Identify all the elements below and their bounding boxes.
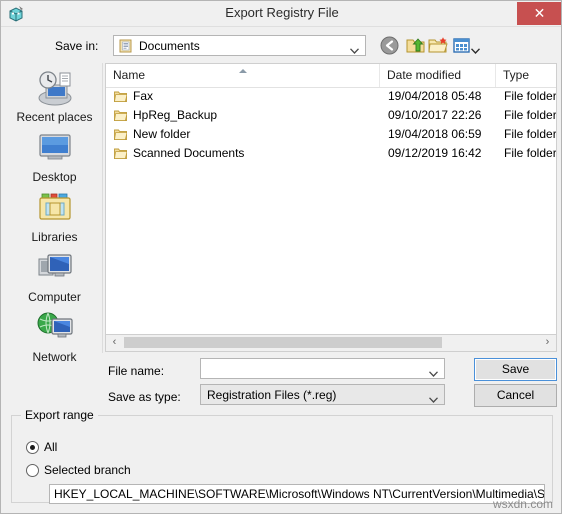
- folder-icon: [114, 128, 128, 141]
- file-rows: Fax 19/04/2018 05:48 File folder HpReg_B…: [106, 87, 557, 334]
- file-name-label: Scanned Documents: [133, 146, 245, 160]
- table-row[interactable]: New folder 19/04/2018 06:59 File folder: [106, 125, 557, 144]
- file-name-label: Fax: [133, 89, 154, 103]
- place-label: Network: [32, 350, 77, 364]
- window-title: Export Registry File: [225, 5, 339, 20]
- desktop-icon: [34, 127, 76, 169]
- place-label: Computer: [28, 290, 81, 304]
- type-cell: File folder: [504, 146, 557, 160]
- save-as-type-value: Registration Files (*.reg): [207, 388, 337, 402]
- save-in-value: Documents: [139, 39, 200, 53]
- scrollbar-thumb[interactable]: [124, 337, 442, 348]
- file-name-label: New folder: [133, 127, 191, 141]
- scroll-right-arrow-icon[interactable]: ›: [539, 335, 556, 350]
- export-range-title: Export range: [21, 408, 98, 422]
- computer-icon: [34, 247, 76, 289]
- date-modified-cell: 19/04/2018 05:48: [388, 89, 482, 103]
- views-icon[interactable]: [451, 35, 472, 56]
- date-modified-cell: 19/04/2018 06:59: [388, 127, 482, 141]
- save-in-label: Save in:: [55, 39, 99, 53]
- file-name-input[interactable]: [200, 358, 445, 379]
- close-button[interactable]: ✕: [517, 2, 561, 25]
- place-desktop[interactable]: Desktop: [7, 127, 102, 184]
- column-header-name[interactable]: Name: [106, 64, 380, 87]
- libraries-icon: [34, 187, 76, 229]
- sort-ascending-icon: [239, 69, 247, 73]
- place-libraries[interactable]: Libraries: [7, 187, 102, 244]
- table-row[interactable]: HpReg_Backup 09/10/2017 22:26 File folde…: [106, 106, 557, 125]
- radio-label: Selected branch: [44, 463, 131, 477]
- network-icon: [34, 307, 76, 349]
- title-bar: Export Registry File ✕: [1, 1, 561, 26]
- navigation-toolbar: Save in: Documents: [1, 26, 561, 64]
- save-button[interactable]: Save: [474, 358, 557, 381]
- places-bar: Recent places Desktop Libraries Computer…: [7, 63, 103, 364]
- column-headers: Name Date modified Type: [106, 64, 556, 88]
- place-label: Recent places: [16, 110, 93, 124]
- scroll-left-arrow-icon[interactable]: ‹: [106, 335, 123, 350]
- place-recent-places[interactable]: Recent places: [7, 67, 102, 124]
- folder-icon: [119, 39, 133, 53]
- chevron-down-icon[interactable]: [429, 392, 438, 403]
- folder-icon: [114, 109, 128, 122]
- file-list[interactable]: Name Date modified Type Fax 19/04/2018 0: [105, 63, 557, 335]
- folder-icon: [114, 90, 128, 103]
- column-header-label: Name: [113, 68, 146, 82]
- watermark: wsxdn.com: [492, 497, 553, 511]
- horizontal-scrollbar[interactable]: ‹ ›: [105, 335, 557, 352]
- radio-dot-icon: [26, 464, 39, 477]
- date-modified-cell: 09/10/2017 22:26: [388, 108, 482, 122]
- table-row[interactable]: Scanned Documents 09/12/2019 16:42 File …: [106, 144, 557, 163]
- selected-branch-value: HKEY_LOCAL_MACHINE\SOFTWARE\Microsoft\Wi…: [54, 487, 545, 501]
- radio-dot-icon: [26, 441, 39, 454]
- recent-places-icon: [34, 67, 76, 109]
- save-in-dropdown[interactable]: Documents: [113, 35, 366, 56]
- place-network[interactable]: Network: [7, 307, 102, 364]
- back-arrow-icon[interactable]: [379, 35, 400, 56]
- up-folder-icon[interactable]: [405, 35, 426, 56]
- save-as-type-dropdown[interactable]: Registration Files (*.reg): [200, 384, 445, 405]
- column-header-date-modified[interactable]: Date modified: [380, 64, 496, 87]
- radio-label: All: [44, 440, 58, 454]
- selected-branch-input[interactable]: HKEY_LOCAL_MACHINE\SOFTWARE\Microsoft\Wi…: [49, 484, 545, 504]
- save-as-type-label: Save as type:: [108, 390, 181, 404]
- cancel-button[interactable]: Cancel: [474, 384, 557, 407]
- place-label: Libraries: [31, 230, 78, 244]
- folder-icon: [114, 147, 128, 160]
- file-name-label: HpReg_Backup: [133, 108, 218, 122]
- chevron-down-icon[interactable]: [429, 366, 438, 377]
- place-label: Desktop: [32, 170, 77, 184]
- type-cell: File folder: [504, 108, 557, 122]
- date-modified-cell: 09/12/2019 16:42: [388, 146, 482, 160]
- export-registry-file-dialog: Export Registry File ✕ Save in: Document…: [0, 0, 562, 514]
- views-chevron-down-icon[interactable]: [470, 43, 481, 55]
- column-header-type[interactable]: Type: [496, 64, 556, 87]
- place-computer[interactable]: Computer: [7, 247, 102, 304]
- export-range-group: Export range All Selected branch HKEY_LO…: [11, 408, 553, 504]
- file-name-field-label: File name:: [108, 364, 165, 378]
- chevron-down-icon: [350, 43, 359, 54]
- table-row[interactable]: Fax 19/04/2018 05:48 File folder: [106, 87, 557, 106]
- type-cell: File folder: [504, 127, 557, 141]
- type-cell: File folder: [504, 89, 557, 103]
- new-folder-icon[interactable]: [427, 35, 448, 56]
